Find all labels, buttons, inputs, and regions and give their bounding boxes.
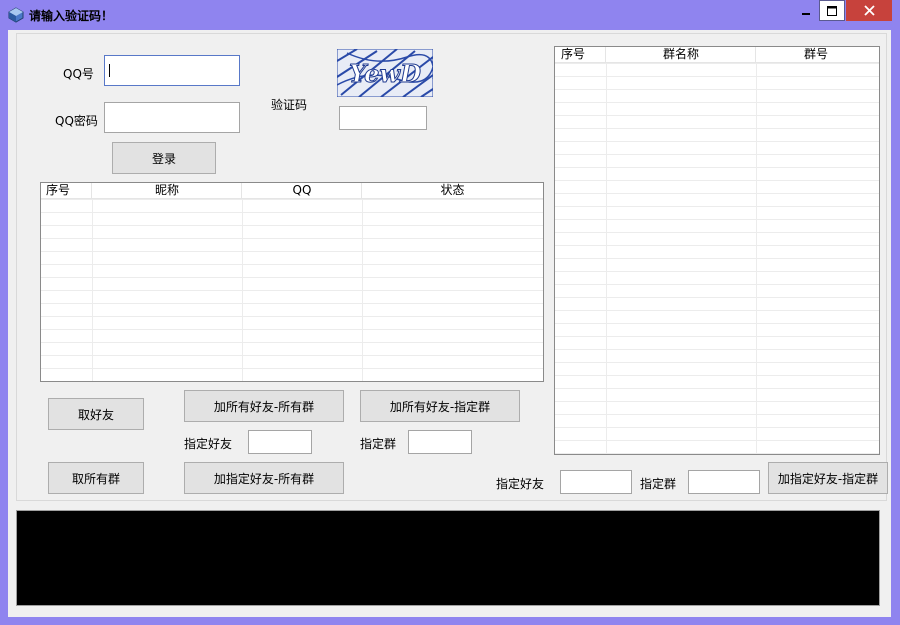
get-friends-button[interactable]: 取好友 (48, 398, 144, 430)
friends-list-header: 序号 昵称 QQ 状态 (41, 183, 543, 199)
friends-list[interactable]: 序号 昵称 QQ 状态 (40, 182, 544, 382)
specified-group-label-right: 指定群 (640, 477, 677, 491)
captcha-label: 验证码 (271, 98, 308, 112)
col-group-name[interactable]: 群名称 (606, 47, 756, 62)
qq-password-label: QQ密码 (55, 114, 98, 128)
col-index[interactable]: 序号 (41, 183, 75, 198)
specified-group-label: 指定群 (360, 437, 397, 451)
qq-number-input[interactable] (104, 55, 240, 86)
groups-list-header: 序号 群名称 群号 (555, 47, 879, 63)
specified-friend-label: 指定好友 (184, 437, 233, 451)
maximize-icon (827, 5, 837, 16)
specified-friend-input-right[interactable] (560, 470, 632, 494)
captcha-text: YewD (349, 59, 421, 88)
minimize-icon (802, 12, 810, 15)
friends-grid (41, 199, 543, 381)
client-area: QQ号 QQ密码 登录 验证码 YewD 序号 昵称 QQ 状态 序号 群名称 … (8, 30, 891, 617)
specified-group-input[interactable] (408, 430, 472, 454)
close-icon (863, 5, 875, 16)
groups-list[interactable]: 序号 群名称 群号 (554, 46, 880, 455)
qq-label: QQ号 (63, 67, 94, 81)
get-all-groups-button[interactable]: 取所有群 (48, 462, 144, 494)
specified-friend-input[interactable] (248, 430, 312, 454)
add-specified-friend-specified-group-button[interactable]: 加指定好友-指定群 (768, 462, 888, 494)
col-nickname[interactable]: 昵称 (92, 183, 242, 198)
log-output-panel[interactable] (16, 510, 880, 606)
captcha-input[interactable] (339, 106, 427, 130)
groups-grid (555, 63, 879, 454)
minimize-button[interactable] (794, 0, 818, 21)
add-specified-friend-all-groups-button[interactable]: 加指定好友-所有群 (184, 462, 344, 494)
title-bar[interactable]: 请输入验证码！ (0, 0, 900, 30)
captcha-image[interactable]: YewD (337, 49, 433, 97)
col-qq[interactable]: QQ (242, 183, 362, 198)
add-all-friends-specified-group-button[interactable]: 加所有好友-指定群 (360, 390, 520, 422)
specified-friend-label-right: 指定好友 (496, 477, 545, 491)
specified-group-input-right[interactable] (688, 470, 760, 494)
col-group-number[interactable]: 群号 (756, 47, 876, 62)
text-caret (109, 64, 110, 77)
qq-password-input[interactable] (104, 102, 240, 133)
window-title: 请输入验证码！ (29, 9, 114, 23)
login-button[interactable]: 登录 (112, 142, 216, 174)
col-status[interactable]: 状态 (362, 183, 543, 198)
close-button[interactable] (846, 0, 892, 21)
col-group-index[interactable]: 序号 (555, 47, 591, 62)
maximize-button[interactable] (819, 0, 845, 21)
add-all-friends-all-groups-button[interactable]: 加所有好友-所有群 (184, 390, 344, 422)
main-window: 请输入验证码！ QQ号 QQ密码 登录 验证码 YewD 序号 昵称 QQ 状态… (0, 0, 900, 625)
app-icon (8, 7, 24, 23)
main-group-box: QQ号 QQ密码 登录 验证码 YewD 序号 昵称 QQ 状态 序号 群名称 … (16, 33, 888, 501)
